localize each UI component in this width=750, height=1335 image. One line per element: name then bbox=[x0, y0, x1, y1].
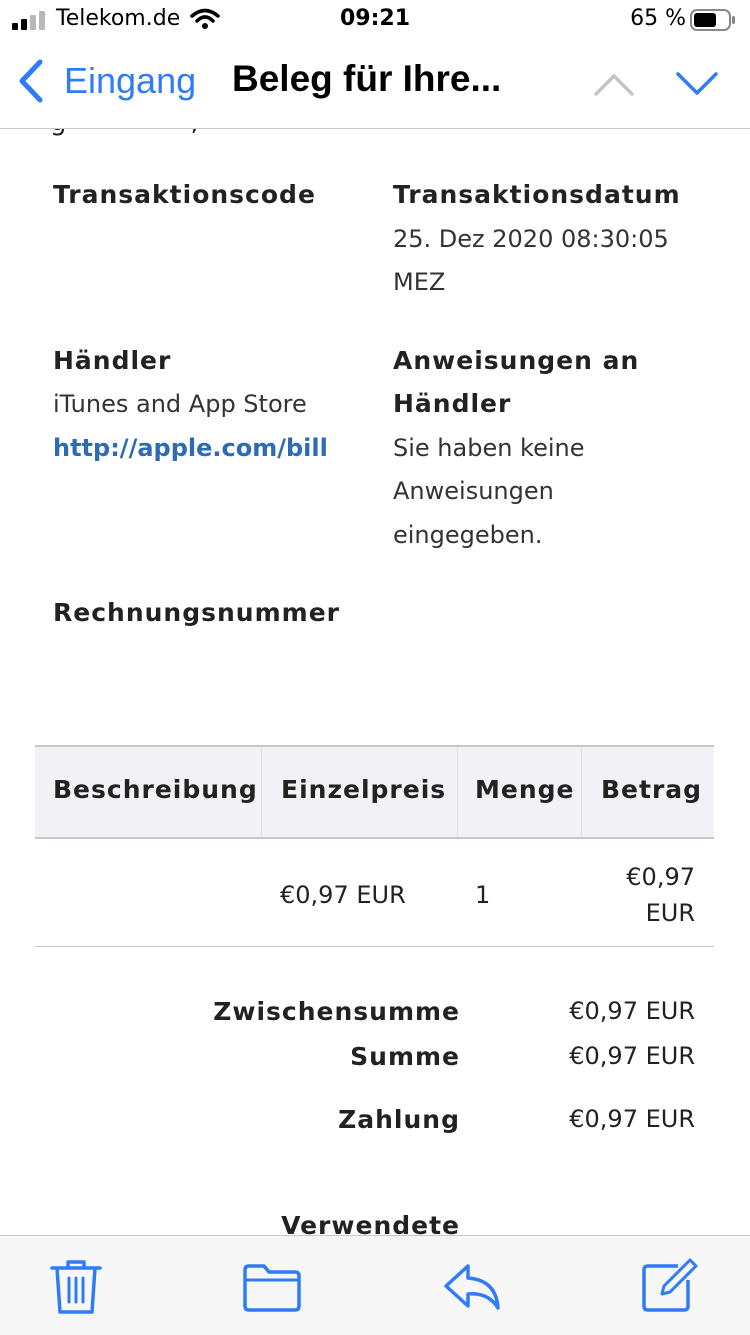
next-message-icon[interactable] bbox=[674, 70, 720, 98]
instructions-value-line1: Sie haben keine bbox=[393, 434, 585, 462]
battery-icon bbox=[690, 9, 735, 31]
cut-off-text: g , bbox=[50, 129, 199, 137]
row-unit-price: €0,97 EUR bbox=[280, 881, 406, 909]
table-header: Beschreibung Einzelpreis Menge Betrag bbox=[35, 745, 714, 839]
total-label: Summe bbox=[350, 1042, 460, 1071]
used-payment-label: Verwendete bbox=[281, 1211, 460, 1235]
instructions-value-line3: eingegeben. bbox=[393, 521, 543, 549]
navigation-bar: Eingang Beleg für Ihre... bbox=[0, 40, 750, 129]
compose-icon[interactable] bbox=[640, 1258, 700, 1314]
transaction-date-value: 25. Dez 2020 08:30:05 bbox=[393, 225, 669, 253]
previous-message-icon[interactable] bbox=[592, 70, 636, 98]
column-header-description: Beschreibung bbox=[53, 775, 258, 804]
row-amount-value: €0,97 bbox=[626, 863, 695, 891]
page-title: Beleg für Ihre... bbox=[232, 58, 502, 99]
column-header-quantity: Menge bbox=[475, 775, 575, 804]
instructions-label-line1: Anweisungen an bbox=[393, 346, 640, 375]
invoice-number-label: Rechnungsnummer bbox=[53, 598, 340, 627]
column-header-unit-price: Einzelpreis bbox=[281, 775, 447, 804]
column-divider bbox=[581, 747, 582, 837]
row-quantity: 1 bbox=[475, 881, 491, 909]
total-value: €0,97 EUR bbox=[569, 1042, 695, 1070]
payment-value: €0,97 EUR bbox=[569, 1105, 695, 1133]
back-chevron-icon[interactable] bbox=[14, 56, 48, 106]
subtotal-value: €0,97 EUR bbox=[569, 997, 695, 1025]
row-divider bbox=[35, 946, 714, 947]
transaction-code-label: Transaktionscode bbox=[53, 180, 316, 209]
folder-icon[interactable] bbox=[242, 1258, 302, 1314]
subtotal-label: Zwischensumme bbox=[213, 997, 460, 1026]
email-body[interactable]: g , Transaktionscode Transaktionsdatum 2… bbox=[0, 129, 750, 1235]
row-amount-currency: EUR bbox=[645, 899, 695, 927]
column-divider bbox=[261, 747, 262, 837]
transaction-date-label: Transaktionsdatum bbox=[393, 180, 681, 209]
merchant-label: Händler bbox=[53, 346, 172, 375]
column-header-amount: Betrag bbox=[601, 775, 703, 804]
transaction-date-timezone: MEZ bbox=[393, 268, 446, 296]
back-button[interactable]: Eingang bbox=[64, 60, 196, 102]
merchant-link[interactable]: http://apple.com/bill bbox=[53, 426, 328, 470]
trash-icon[interactable] bbox=[46, 1258, 106, 1314]
merchant-value: iTunes and App Store bbox=[53, 390, 307, 418]
bottom-toolbar bbox=[0, 1235, 750, 1335]
battery-percentage: 65 % bbox=[630, 6, 686, 31]
column-divider bbox=[457, 747, 458, 837]
instructions-value-line2: Anweisungen bbox=[393, 477, 554, 505]
status-bar: Telekom.de 09:21 65 % bbox=[0, 0, 750, 40]
reply-icon[interactable] bbox=[442, 1258, 502, 1314]
instructions-label-line2: Händler bbox=[393, 389, 512, 418]
payment-label: Zahlung bbox=[338, 1105, 460, 1134]
